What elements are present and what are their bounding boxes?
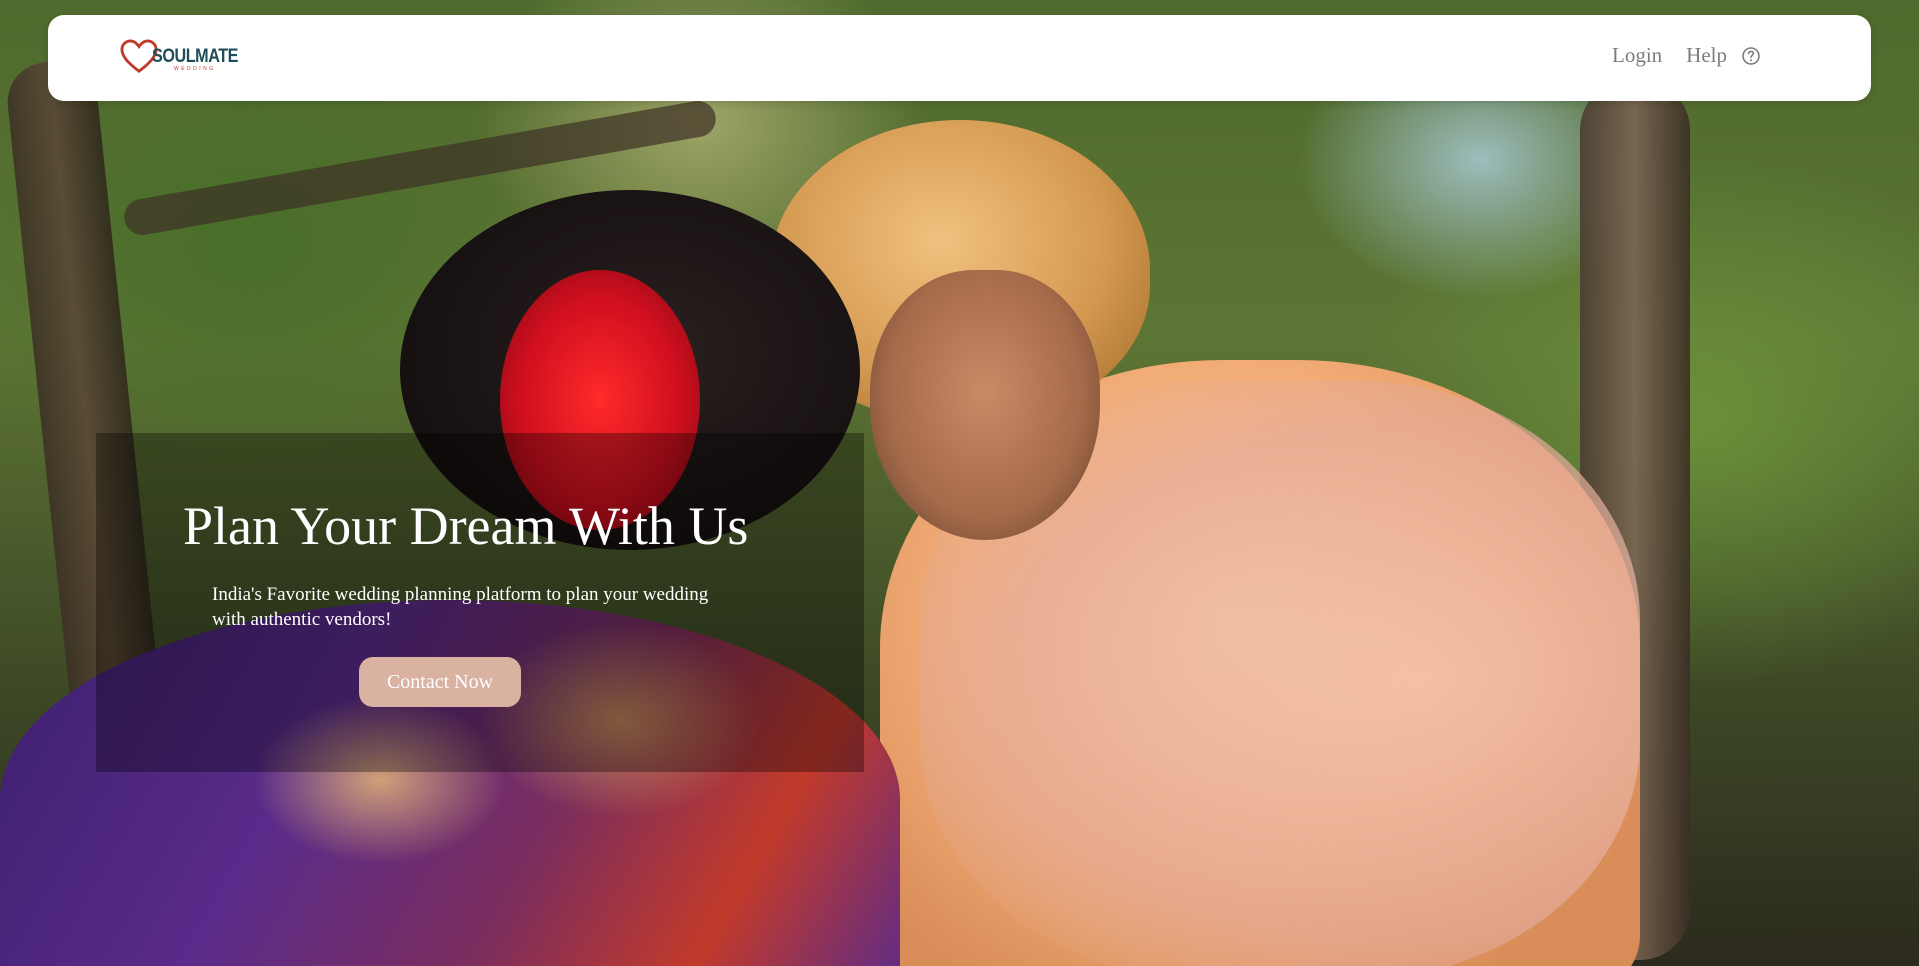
contact-now-button[interactable]: Contact Now	[359, 657, 521, 707]
groom-face	[870, 270, 1100, 540]
hero-title: Plan Your Dream With Us	[183, 496, 749, 556]
login-link[interactable]: Login	[1612, 43, 1662, 68]
logo-text: SOULMATE WEDDING	[152, 47, 253, 72]
hero-subtitle: India's Favorite wedding planning platfo…	[212, 584, 709, 630]
landing-page: SOULMATE WEDDING Login Help Plan Your Dr…	[0, 0, 1919, 966]
nav-links: Login Help	[1612, 43, 1761, 68]
logo-wordmark: SOULMATE	[152, 45, 239, 67]
brand-logo[interactable]: SOULMATE WEDDING	[120, 37, 253, 77]
help-link[interactable]: Help	[1686, 43, 1727, 68]
top-navbar: SOULMATE WEDDING Login Help	[48, 15, 1871, 101]
question-circle-icon[interactable]	[1741, 46, 1761, 66]
